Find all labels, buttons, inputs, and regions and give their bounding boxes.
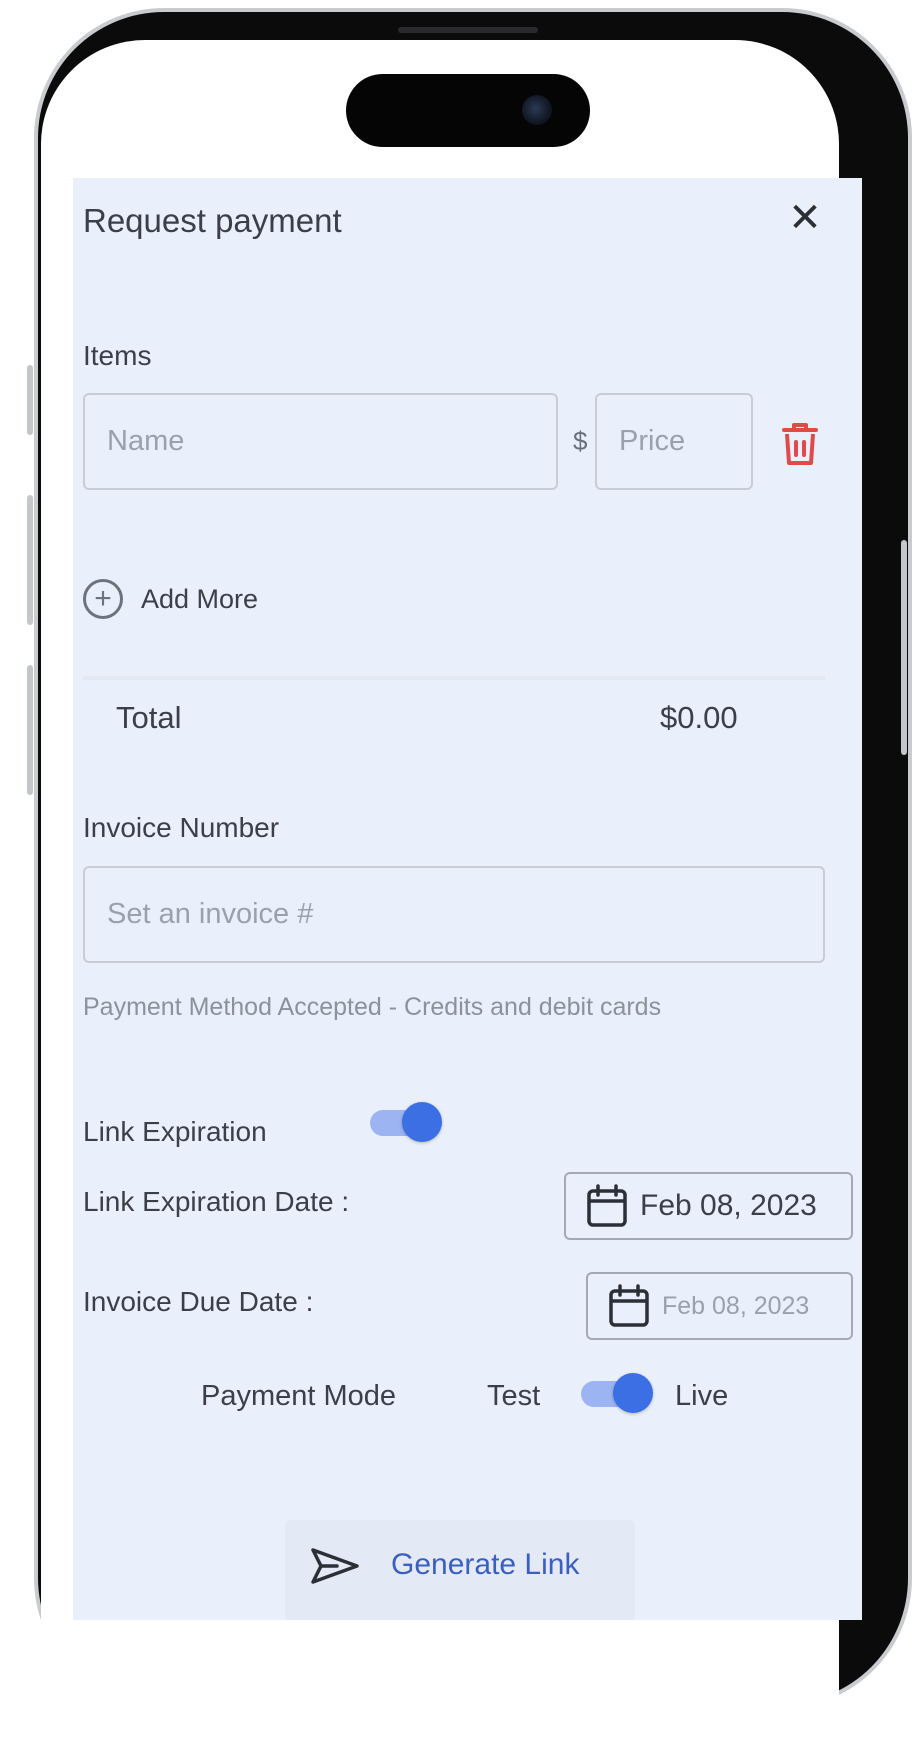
dialog-title: Request payment: [83, 202, 342, 239]
plus-circle-icon: +: [83, 579, 123, 619]
toggle-knob: [613, 1373, 653, 1413]
action-button: [27, 365, 33, 435]
invoice-number-placeholder: Set an invoice #: [107, 898, 314, 930]
currency-symbol: $: [573, 426, 588, 456]
add-more-label: Add More: [141, 583, 259, 614]
link-expiration-label: Link Expiration: [83, 1116, 267, 1147]
calendar-icon: [609, 1284, 649, 1327]
total-label: Total: [116, 700, 182, 735]
item-name-placeholder: Name: [107, 425, 185, 457]
payment-mode-test-label: Test: [487, 1380, 541, 1412]
power-button: [901, 540, 907, 755]
items-label: Items: [83, 340, 152, 371]
close-icon[interactable]: ✕: [783, 196, 827, 240]
item-price-input[interactable]: Price: [595, 393, 753, 490]
invoice-due-date-label: Invoice Due Date :: [83, 1286, 314, 1317]
invoice-number-label: Invoice Number: [83, 812, 280, 843]
total-value: $0.00: [660, 700, 738, 735]
payment-mode-label: Payment Mode: [201, 1380, 397, 1412]
divider: [83, 676, 825, 680]
link-expiration-toggle[interactable]: [368, 1100, 442, 1144]
link-expiration-date-value: Feb 08, 2023: [640, 1189, 817, 1222]
link-expiration-date-label: Link Expiration Date :: [83, 1186, 350, 1217]
item-price-placeholder: Price: [619, 425, 686, 457]
dynamic-island: [346, 74, 590, 147]
trash-icon[interactable]: [778, 419, 822, 469]
payment-method-note: Payment Method Accepted - Credits and de…: [83, 993, 662, 1021]
payment-mode-live-label: Live: [675, 1380, 729, 1412]
generate-link-button[interactable]: Generate Link: [285, 1520, 635, 1620]
request-payment-dialog: Request payment ✕ Items Name $ Price + A…: [73, 178, 862, 1620]
earpiece: [398, 27, 538, 33]
camera-icon: [522, 95, 552, 125]
invoice-number-input[interactable]: Set an invoice #: [83, 866, 825, 963]
toggle-knob: [402, 1102, 442, 1142]
add-more-button[interactable]: + Add More: [83, 576, 258, 622]
invoice-due-date-value: Feb 08, 2023: [662, 1291, 810, 1320]
volume-down-button: [27, 665, 33, 795]
payment-mode-toggle[interactable]: [579, 1371, 653, 1415]
link-expiration-date-button[interactable]: Feb 08, 2023: [564, 1172, 853, 1240]
volume-up-button: [27, 495, 33, 625]
send-icon: [311, 1548, 359, 1584]
invoice-due-date-button[interactable]: Feb 08, 2023: [586, 1272, 853, 1340]
generate-link-label: Generate Link: [391, 1548, 580, 1581]
item-name-input[interactable]: Name: [83, 393, 558, 490]
calendar-icon: [587, 1184, 627, 1227]
